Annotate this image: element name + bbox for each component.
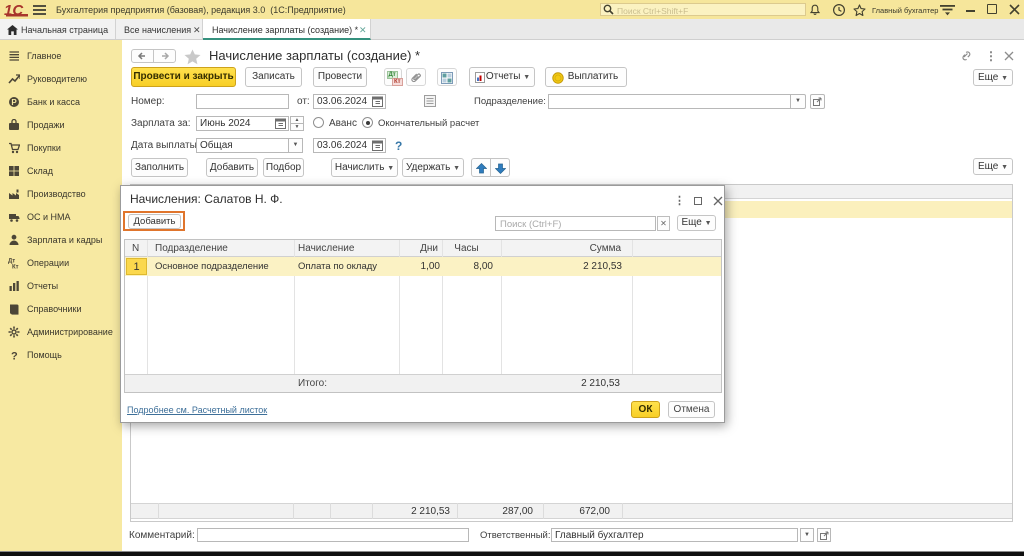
svg-text:?: ? xyxy=(11,351,18,362)
svg-text:Кт: Кт xyxy=(12,265,19,270)
svg-text:P: P xyxy=(11,98,17,107)
